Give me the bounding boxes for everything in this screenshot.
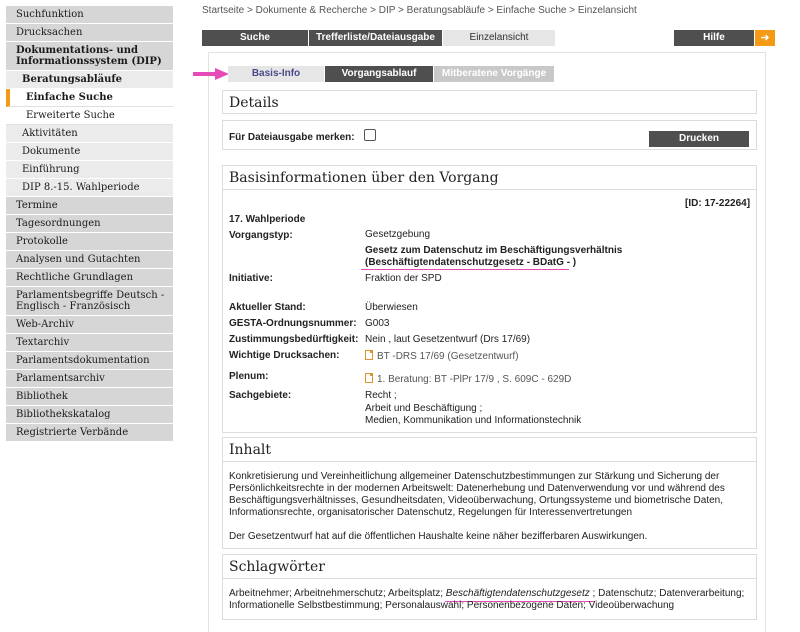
inhalt-line-3: Beschäftigungsverhältnisses, Gesundheits… <box>229 495 723 506</box>
breadcrumb[interactable]: Startseite > Dokumente & Recherche > DIP… <box>202 5 637 16</box>
sidebar-item-aktivitaeten[interactable]: Aktivitäten <box>6 125 173 143</box>
inhalt-panel: Inhalt Konkretisierung und Vereinheitlic… <box>222 437 757 549</box>
document-icon <box>365 350 373 360</box>
sachgebiet-3: Medien, Kommunikation und Informationste… <box>365 415 582 426</box>
sidebar-item-parlamentsbegriffe[interactable]: Parlamentsbegriffe Deutsch - Englisch - … <box>6 287 173 316</box>
sidebar-item-dokumente[interactable]: Dokumente <box>6 143 173 161</box>
gesetz-title-line1: Gesetz zum Datenschutz im Beschäftigungs… <box>365 245 623 256</box>
sidebar-item-dip-archiv[interactable]: DIP 8.-15. Wahlperiode <box>6 179 173 197</box>
sidebar-item-protokolle[interactable]: Protokolle <box>6 233 173 251</box>
sidebar-item-parlamentsarchiv[interactable]: Parlamentsarchiv <box>6 370 173 388</box>
zustimmung-label: Zustimmungsbedürftigkeit: <box>229 334 359 345</box>
inhalt-line-2: Persönlichkeitsrechte in der modernen Ar… <box>229 483 725 494</box>
gesetz-title-line2: (Beschäftigtendatenschutzgesetz - BDatG … <box>365 257 577 268</box>
schlagwoerter-text-a: Arbeitnehmer; Arbeitnehmerschutz; Arbeit… <box>229 588 446 599</box>
plenum-text[interactable]: 1. Beratung: BT -PlPr 17/9 , S. 609C - 6… <box>377 374 571 385</box>
arrow-right-icon[interactable]: ➜ <box>755 30 775 46</box>
sachgebiet-2: Arbeit und Beschäftigung ; <box>365 403 483 414</box>
sidebar-item-termine[interactable]: Termine <box>6 197 173 215</box>
tab-basis-info[interactable]: Basis-Info <box>228 66 324 82</box>
sachgebiete-label: Sachgebiete: <box>229 390 292 401</box>
print-button[interactable]: Drucken <box>649 131 749 147</box>
sidebar-item-suchfunktion[interactable]: Suchfunktion <box>6 6 173 24</box>
merk-label: Für Dateiausgabe merken: <box>229 132 355 143</box>
vorgang-id: [ID: 17-22264] <box>685 198 751 209</box>
schlagwoerter-heading: Schlagwörter <box>223 555 756 579</box>
vorgangstyp-label: Vorgangstyp: <box>229 230 293 241</box>
document-icon <box>365 373 373 383</box>
sidebar-item-einfache-suche[interactable]: Einfache Suche <box>6 89 173 107</box>
stand-value: Überwiesen <box>365 302 418 313</box>
sidebar-item-erweiterte-suche[interactable]: Erweiterte Suche <box>6 107 173 125</box>
vorgangstyp-value: Gesetzgebung <box>365 229 431 240</box>
tab-einzelansicht[interactable]: Einzelansicht <box>443 30 555 46</box>
schlagwort-highlight: Beschäftigtendatenschutzgesetz <box>445 588 590 599</box>
sidebar-item-registrierte-verbaende[interactable]: Registrierte Verbände <box>6 424 173 442</box>
plenum-link[interactable]: 1. Beratung: BT -PlPr 17/9 , S. 609C - 6… <box>365 373 571 386</box>
tab-suche[interactable]: Suche <box>202 30 308 46</box>
sidebar-item-web-archiv[interactable]: Web-Archiv <box>6 316 173 334</box>
stand-label: Aktueller Stand: <box>229 302 306 313</box>
tab-trefferliste[interactable]: Trefferliste/Dateiausgabe <box>309 30 442 46</box>
basis-heading: Basisinformationen über den Vorgang <box>223 166 756 190</box>
sidebar-item-drucksachen[interactable]: Drucksachen <box>6 24 173 42</box>
sidebar-item-textarchiv[interactable]: Textarchiv <box>6 334 173 352</box>
sidebar-item-parlamentsdokumentation[interactable]: Parlamentsdokumentation <box>6 352 173 370</box>
sachgebiet-1: Recht ; <box>365 390 397 401</box>
sidebar-item-analysen[interactable]: Analysen und Gutachten <box>6 251 173 269</box>
tab-vorgangsablauf[interactable]: Vorgangsablauf <box>325 66 433 82</box>
schlagwoerter-line-2: Informationelle Selbstbestimmung; Person… <box>229 600 675 611</box>
details-panel: Details Für Dateiausgabe merken: Drucken <box>222 90 757 163</box>
schlagwoerter-panel: Schlagwörter Arbeitnehmer; Arbeitnehmers… <box>222 554 757 620</box>
inhalt-line-4: Informationsrechte, organisatorischer Da… <box>229 507 633 518</box>
sidebar-item-beratungsablaeufe[interactable]: Beratungsabläufe <box>6 71 173 89</box>
drucksache-link[interactable]: BT -DRS 17/69 (Gesetzentwurf) <box>365 350 519 363</box>
gesta-value: G003 <box>365 318 390 329</box>
drucksachen-label: Wichtige Drucksachen: <box>229 350 340 361</box>
schlagwoerter-text-c: ; Datenschutz; Datenverarbeitung; <box>589 588 745 599</box>
zustimmung-value: Nein , laut Gesetzentwurf (Drs 17/69) <box>365 334 531 345</box>
tab-mitberatene-vorgaenge[interactable]: Mitberatene Vorgänge <box>434 66 554 82</box>
sidebar-item-bibliothek[interactable]: Bibliothek <box>6 388 173 406</box>
sidebar-nav: Suchfunktion Drucksachen Dokumentations-… <box>6 6 173 442</box>
drucksache-text[interactable]: BT -DRS 17/69 (Gesetzentwurf) <box>377 351 519 362</box>
sidebar-item-rechtliche-grundlagen[interactable]: Rechtliche Grundlagen <box>6 269 173 287</box>
sidebar-item-bibliothekskatalog[interactable]: Bibliothekskatalog <box>6 406 173 424</box>
pointer-arrow-icon <box>193 68 229 80</box>
merk-row: Für Dateiausgabe merken: Drucken <box>222 120 757 150</box>
inhalt-auswirkungen: Der Gesetzentwurf hat auf die öffentlich… <box>229 531 648 542</box>
initiative-label: Initiative: <box>229 273 273 284</box>
gesta-label: GESTA-Ordnungsnummer: <box>229 318 357 329</box>
wahlperiode: 17. Wahlperiode <box>229 214 306 225</box>
sidebar-item-einfuehrung[interactable]: Einführung <box>6 161 173 179</box>
details-heading: Details <box>222 90 757 114</box>
schlagwoerter-line-1: Arbeitnehmer; Arbeitnehmerschutz; Arbeit… <box>229 588 751 600</box>
inhalt-heading: Inhalt <box>223 438 756 462</box>
plenum-label: Plenum: <box>229 371 269 382</box>
inhalt-line-1: Konkretisierung und Vereinheitlichung al… <box>229 471 720 482</box>
highlight-underline <box>361 269 569 270</box>
sidebar-item-dip[interactable]: Dokumentations- und Informationssystem (… <box>6 42 173 71</box>
initiative-value: Fraktion der SPD <box>365 273 442 284</box>
merk-checkbox[interactable] <box>364 129 376 141</box>
sidebar-item-tagesordnungen[interactable]: Tagesordnungen <box>6 215 173 233</box>
help-button[interactable]: Hilfe <box>674 30 754 46</box>
basis-panel: Basisinformationen über den Vorgang [ID:… <box>222 165 757 433</box>
